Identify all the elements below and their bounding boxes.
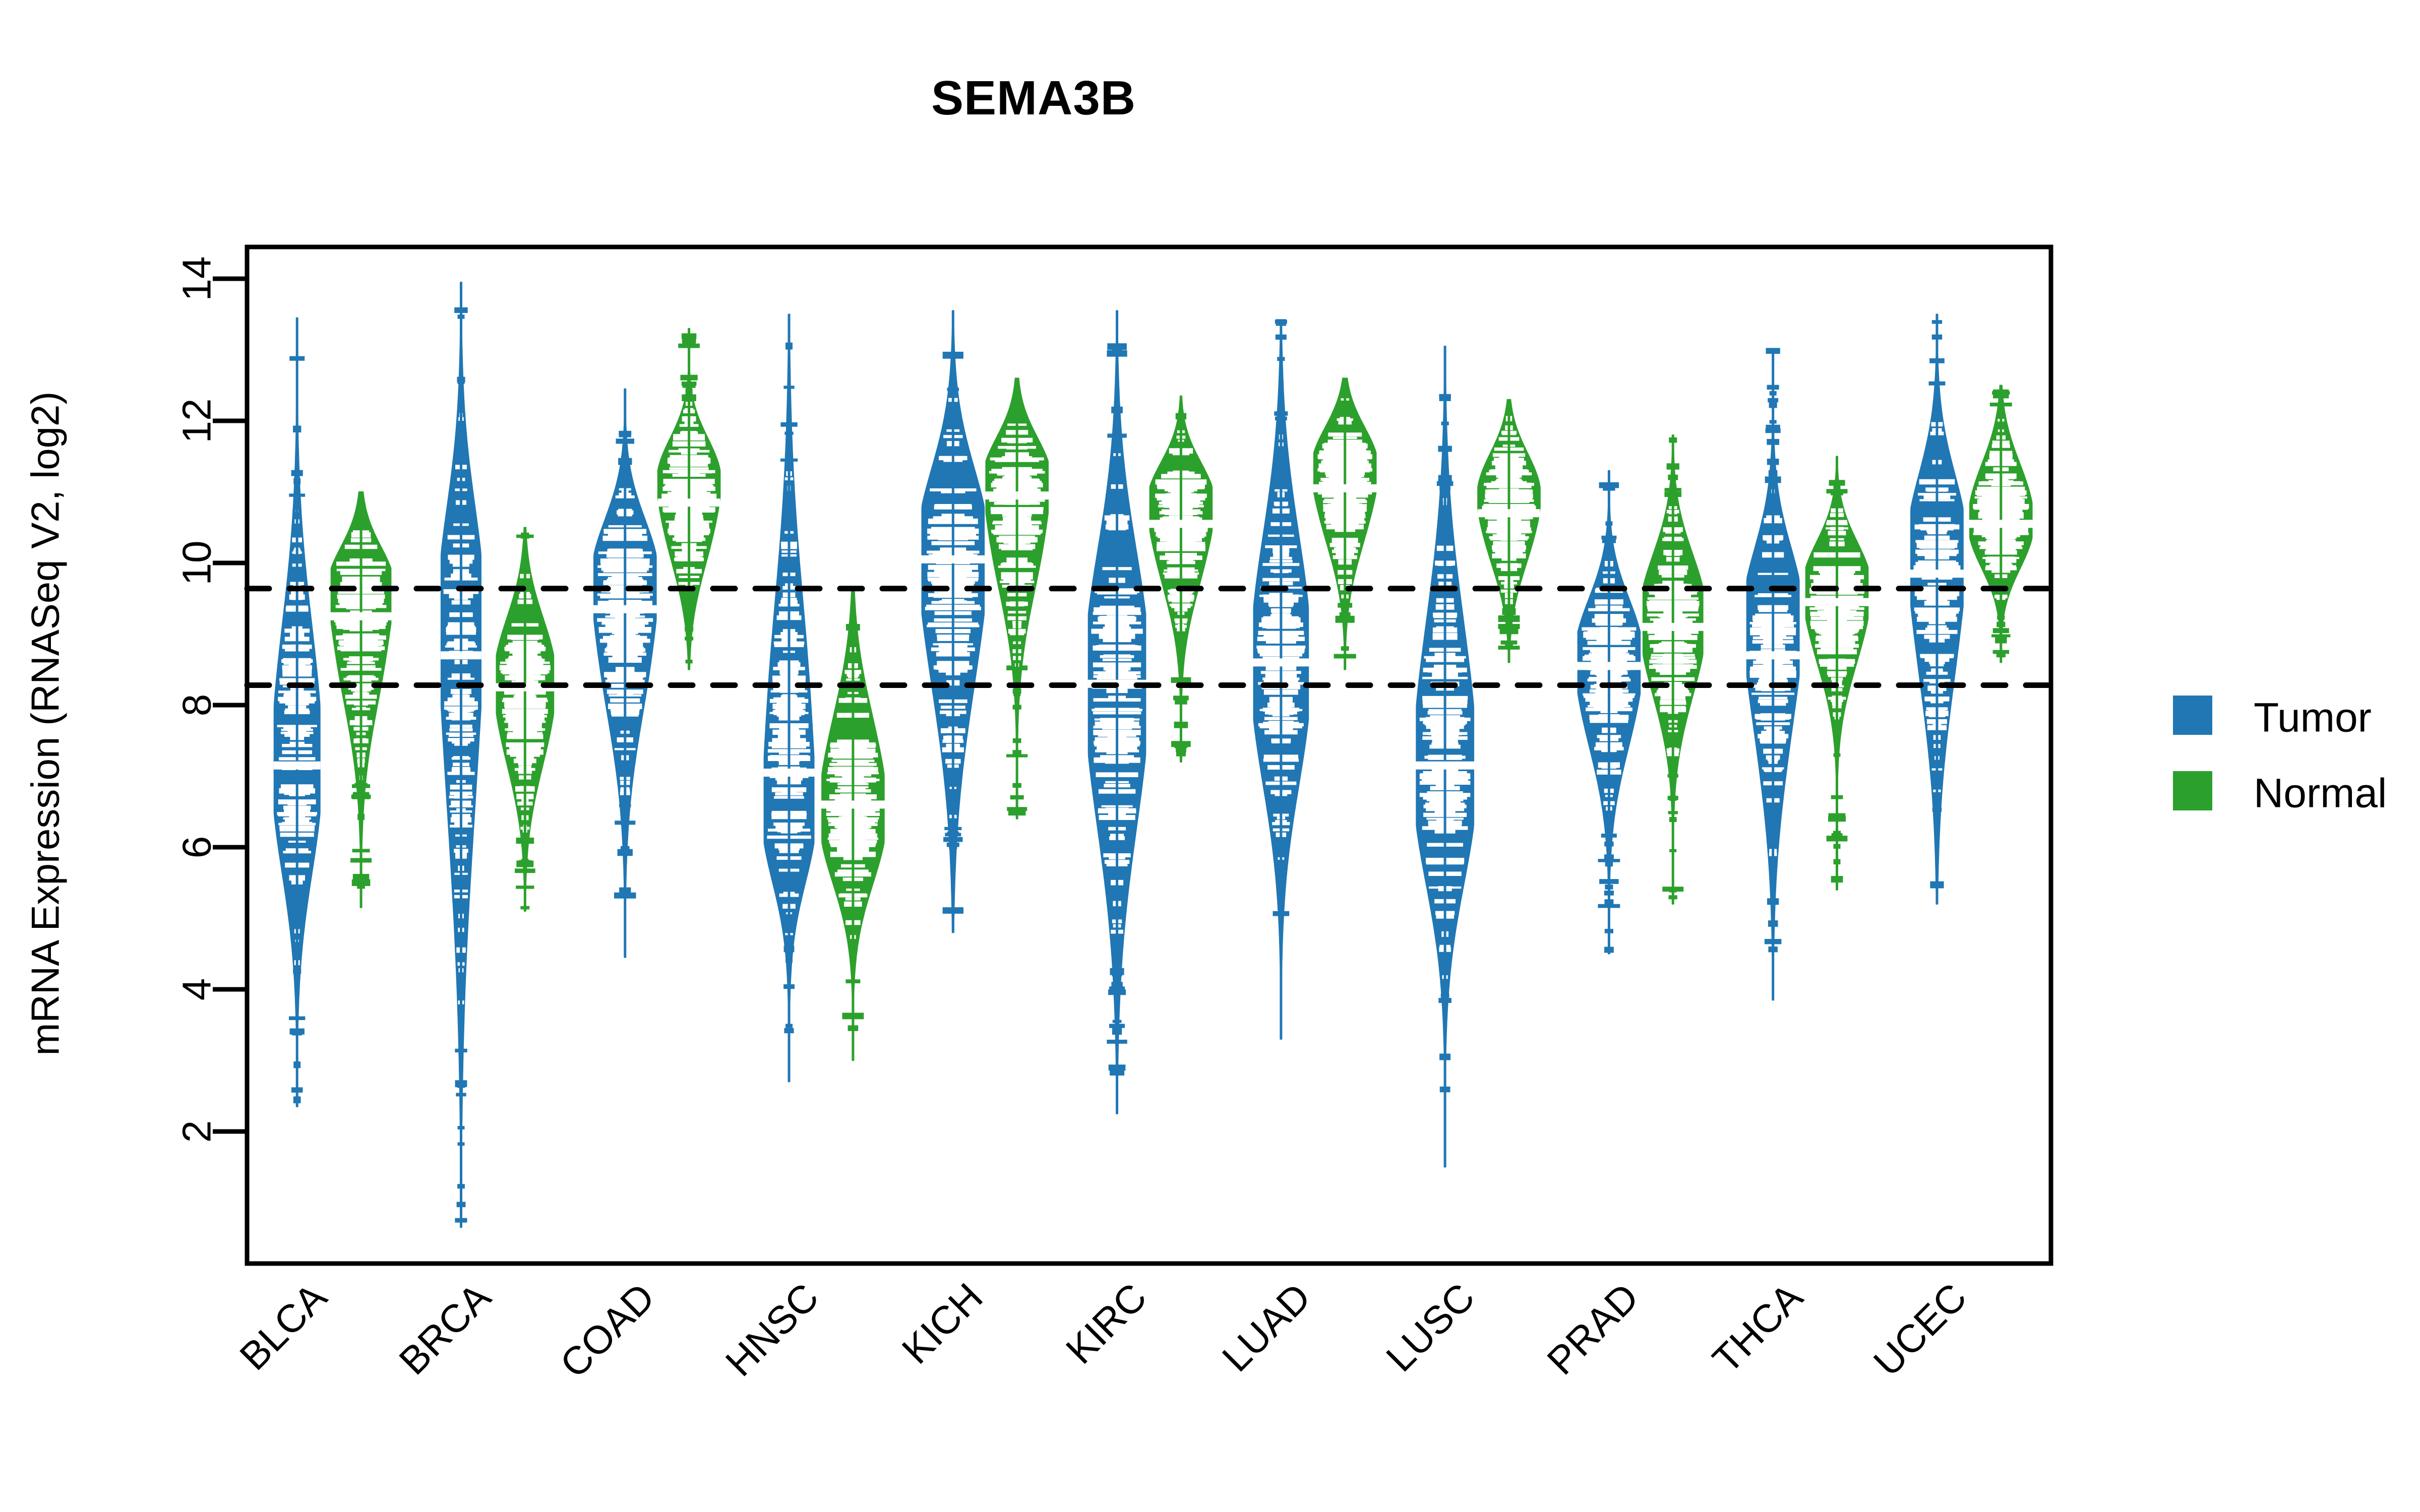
y-tick-label: 4: [174, 978, 219, 1001]
violin-tumor-LUAD: [1253, 319, 1309, 1040]
y-tick-label: 8: [174, 694, 219, 717]
violin-tumor-HNSC: [763, 313, 815, 1083]
violin-tumor-BRCA: [440, 282, 481, 1228]
violin-series-layer: [273, 282, 2033, 1228]
violin-tumor-COAD: [593, 388, 657, 958]
x-tick-label-prad: PRAD: [1538, 1275, 1647, 1383]
violin-tumor-UCEC: [1910, 313, 1964, 905]
violin-normal-BRCA: [496, 527, 555, 912]
x-tick-label-thca: THCA: [1704, 1275, 1811, 1381]
violin-tumor-THCA: [1746, 348, 1800, 1001]
legend-label-tumor[interactable]: Tumor: [2254, 695, 2372, 741]
y-tick-label: 12: [174, 399, 219, 444]
chart-root: SEMA3B mRNA Expression (RNASeq V2, log2)…: [0, 0, 2420, 1512]
x-tick-label-lusc: LUSC: [1377, 1275, 1483, 1380]
x-tick-label-kirc: KIRC: [1057, 1275, 1155, 1372]
y-axis: 2 4 6 8 10 12 14: [174, 257, 247, 1143]
legend[interactable]: Tumor Normal: [2173, 695, 2387, 816]
x-tick-label-luad: LUAD: [1214, 1275, 1319, 1380]
violin-tumor-KICH: [921, 310, 985, 933]
violin-normal-PRAD: [1642, 434, 1704, 905]
violin-normal-COAD: [657, 328, 721, 670]
violin-tumor-LUSC: [1416, 345, 1475, 1168]
violin-plot-svg: 2 4 6 8 10 12 14 BLCA BRCA COAD HNSC KICH KIRC LUAD L…: [174, 244, 2387, 1387]
x-tick-label-hnsc: HNSC: [717, 1275, 827, 1385]
violin-normal-KIRC: [1149, 395, 1213, 763]
y-tick-label: 2: [174, 1120, 219, 1143]
violin-tumor-KIRC: [1087, 310, 1146, 1114]
violin-tumor-PRAD: [1577, 470, 1641, 955]
x-axis: BLCA BRCA COAD HNSC KICH KIRC LUAD LUSC PRAD THCA…: [231, 1275, 1975, 1387]
violin-normal-HNSC: [821, 591, 885, 1061]
legend-swatch-normal[interactable]: [2173, 771, 2212, 810]
violin-normal-THCA: [1805, 456, 1869, 891]
violin-normal-UCEC: [1969, 385, 2033, 663]
x-tick-label-brca: BRCA: [390, 1275, 499, 1383]
y-tick-label: 6: [174, 836, 219, 859]
legend-label-normal[interactable]: Normal: [2254, 771, 2387, 816]
x-tick-label-coad: COAD: [552, 1275, 663, 1387]
violin-normal-BLCA: [330, 491, 392, 908]
x-tick-label-kich: KICH: [893, 1275, 991, 1372]
violin-normal-KICH: [985, 377, 1049, 820]
legend-swatch-tumor[interactable]: [2173, 696, 2212, 735]
violin-normal-LUSC: [1477, 399, 1541, 663]
x-tick-label-blca: BLCA: [231, 1275, 335, 1378]
y-tick-label: 14: [174, 257, 219, 301]
violin-normal-LUAD: [1313, 377, 1377, 670]
x-tick-label-ucec: UCEC: [1865, 1275, 1975, 1385]
y-tick-label: 10: [174, 541, 219, 586]
violin-tumor-BLCA: [273, 317, 321, 1107]
